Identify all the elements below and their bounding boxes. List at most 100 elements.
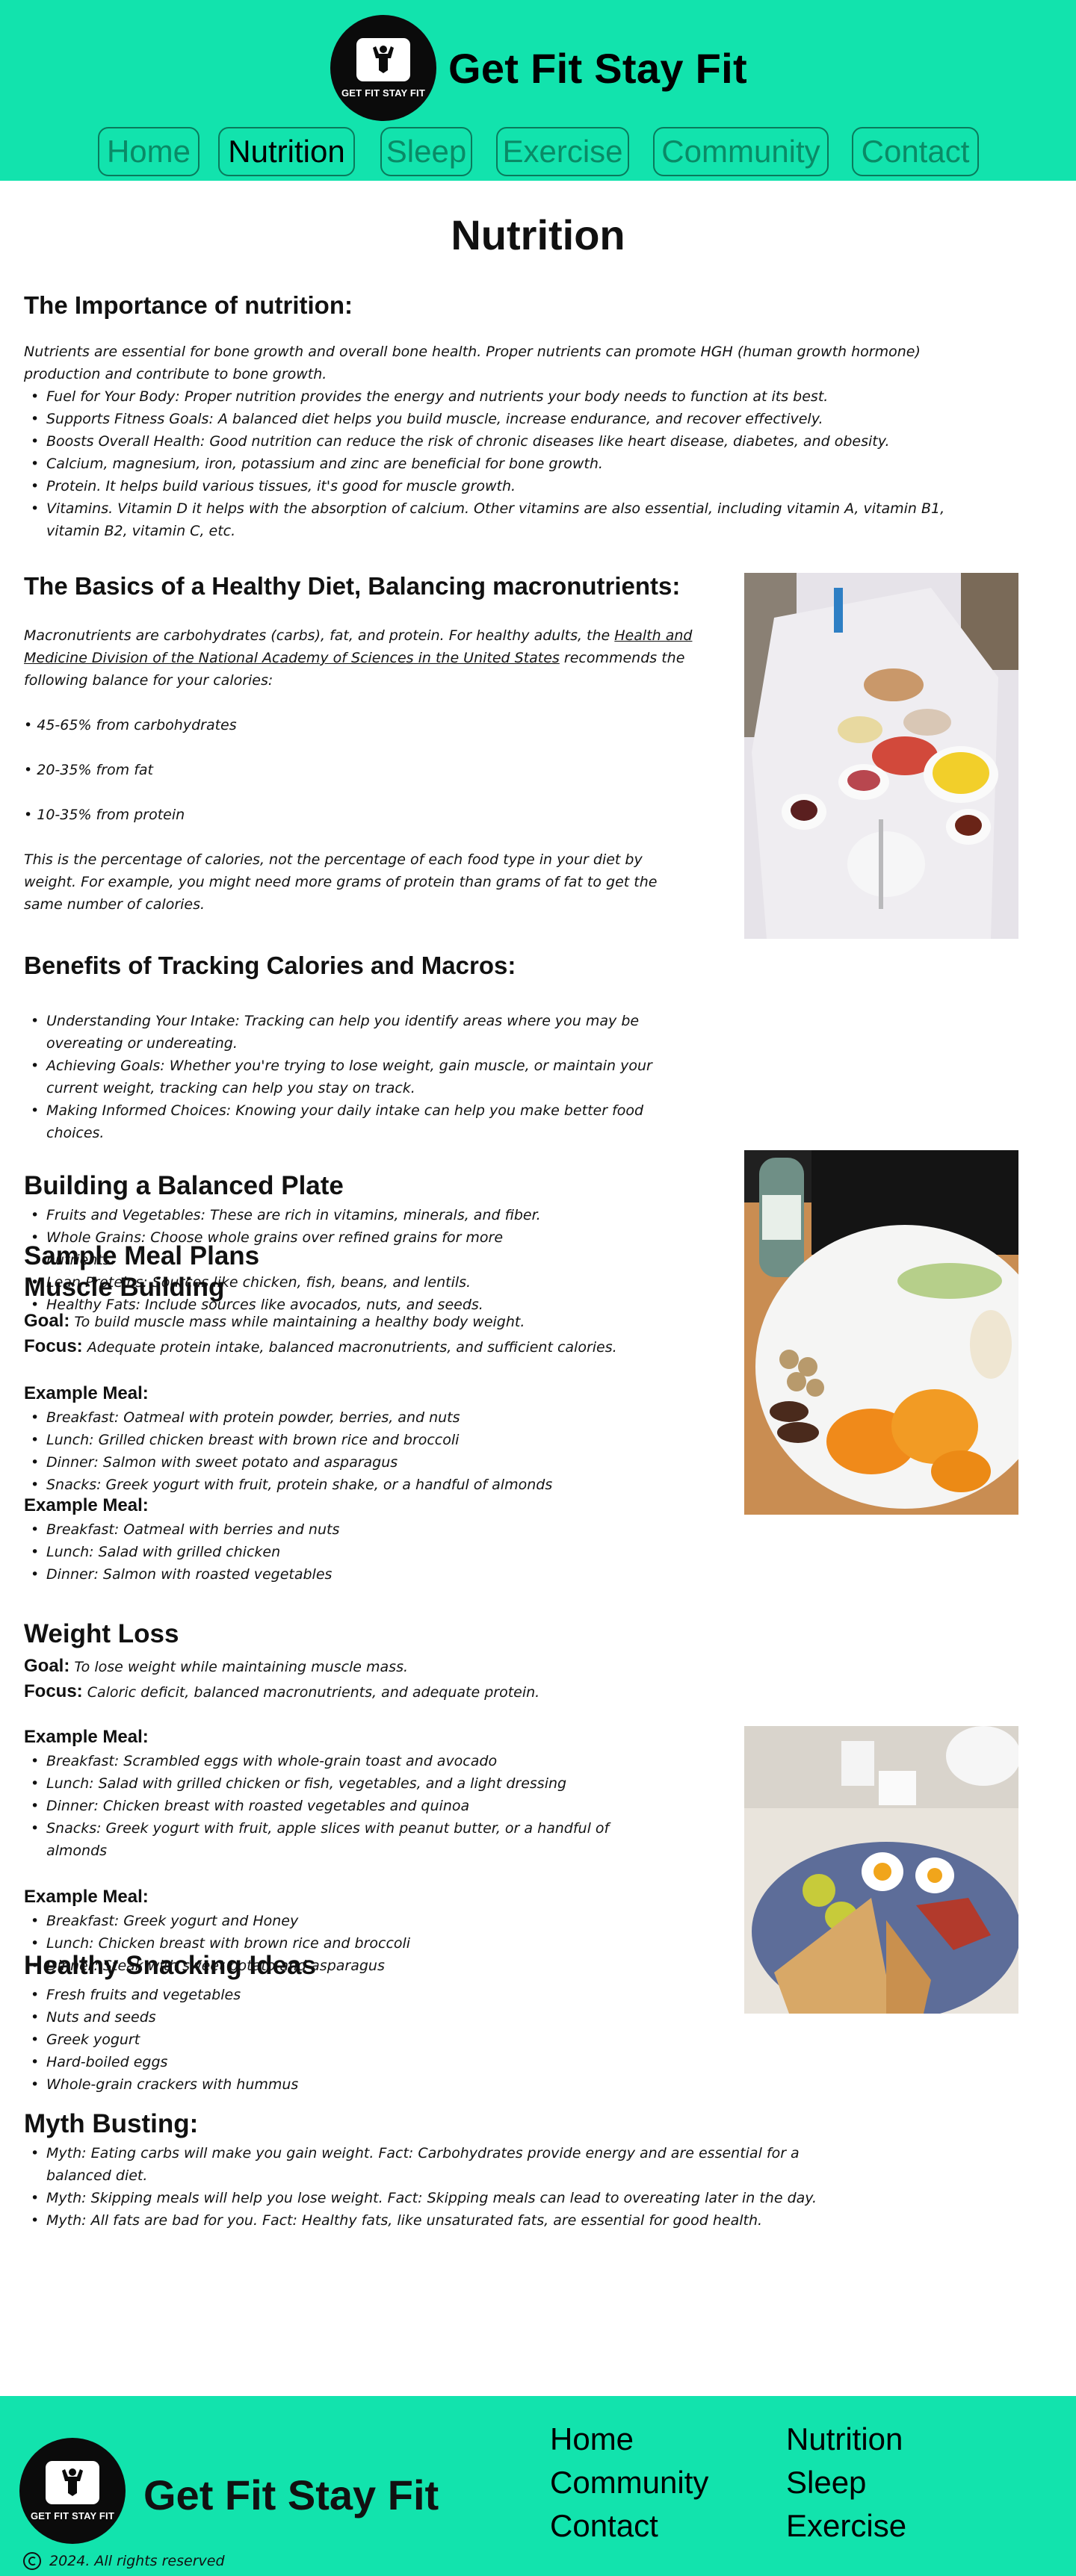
brand-logo[interactable]: GET FIT STAY FIT	[330, 15, 436, 121]
weight-loss-focus: Focus: Caloric deficit, balanced macronu…	[24, 1680, 539, 1704]
list-item: Hard-boiled eggs	[24, 2051, 696, 2073]
muscle-example2-list: Breakfast: Oatmeal with berries and nuts…	[24, 1518, 696, 1586]
list-item: Lunch: Salad with grilled chicken or fis…	[24, 1772, 637, 1795]
flexing-athlete-icon	[46, 2460, 99, 2504]
site-footer: GET FIT STAY FIT Get Fit Stay Fit Home N…	[0, 2396, 1076, 2576]
nav-community[interactable]: Community	[653, 127, 829, 176]
nav-nutrition[interactable]: Nutrition	[218, 127, 355, 176]
list-item: Breakfast: Scrambled eggs with whole-gra…	[24, 1750, 637, 1772]
footer-logo[interactable]: GET FIT STAY FIT	[19, 2438, 126, 2544]
basics-heading: The Basics of a Healthy Diet, Balancing …	[24, 572, 681, 600]
nav-contact[interactable]: Contact	[852, 127, 979, 176]
benefits-list: Understanding Your Intake: Tracking can …	[24, 1010, 667, 1144]
meal-plans-heading: Sample Meal Plans	[24, 1241, 260, 1270]
logo-text: GET FIT STAY FIT	[30, 2510, 115, 2521]
footer-title: Get Fit Stay Fit	[143, 2471, 439, 2518]
fruit-plate-photo	[744, 1150, 1018, 1515]
importance-intro: Nutrients are essential for bone growth …	[24, 344, 921, 382]
carbs-range: • 45-65% from carbohydrates	[24, 717, 237, 733]
site-header: GET FIT STAY FIT Get Fit Stay Fit Home N…	[0, 0, 1076, 181]
list-item: Breakfast: Oatmeal with berries and nuts	[24, 1518, 696, 1541]
copyright: 2024. All rights reserved	[22, 2551, 225, 2571]
snacking-list: Fresh fruits and vegetables Nuts and see…	[24, 1984, 696, 2096]
list-item: Fuel for Your Body: Proper nutrition pro…	[24, 385, 950, 408]
nav-home[interactable]: Home	[98, 127, 200, 176]
list-item: Boosts Overall Health: Good nutrition ca…	[24, 430, 950, 453]
list-item: Protein. It helps build various tissues,…	[24, 475, 950, 497]
basics-intro: Macronutrients are carbohydrates (carbs)…	[24, 624, 696, 692]
muscle-example-list: Breakfast: Oatmeal with protein powder, …	[24, 1406, 696, 1496]
list-item: Understanding Your Intake: Tracking can …	[24, 1010, 667, 1055]
weight-loss-example-label: Example Meal:	[24, 1727, 149, 1747]
myth-list: Myth: Eating carbs will make you gain we…	[24, 2142, 831, 2232]
logo-text: GET FIT STAY FIT	[341, 87, 426, 99]
protein-range: • 10-35% from protein	[24, 807, 185, 823]
footer-link-contact[interactable]: Contact	[550, 2508, 658, 2544]
nav-exercise[interactable]: Exercise	[496, 127, 629, 176]
benefits-heading: Benefits of Tracking Calories and Macros…	[24, 952, 516, 979]
list-item: Breakfast: Greek yogurt and Honey	[24, 1910, 696, 1932]
list-item: Breakfast: Oatmeal with protein powder, …	[24, 1406, 696, 1429]
list-item: Dinner: Salmon with sweet potato and asp…	[24, 1451, 696, 1474]
importance-heading: The Importance of nutrition:	[24, 291, 353, 319]
brand[interactable]: GET FIT STAY FIT Get Fit Stay Fit	[330, 15, 747, 121]
list-item: Calcium, magnesium, iron, potassium and …	[24, 453, 950, 475]
footer-link-home[interactable]: Home	[550, 2421, 634, 2457]
basics-note: This is the percentage of calories, not …	[24, 851, 658, 913]
weight-loss-example-list: Breakfast: Scrambled eggs with whole-gra…	[24, 1750, 637, 1862]
footer-link-nutrition[interactable]: Nutrition	[786, 2421, 903, 2457]
muscle-example2-label: Example Meal:	[24, 1495, 149, 1515]
goal-label: Goal:	[24, 1656, 70, 1676]
list-item: Dinner: Chicken breast with roasted vege…	[24, 1795, 637, 1817]
footer-link-sleep[interactable]: Sleep	[786, 2465, 866, 2501]
myth-busting-heading: Myth Busting:	[24, 2109, 199, 2138]
plate-heading: Building a Balanced Plate	[24, 1171, 344, 1200]
goal-text: To lose weight while maintaining muscle …	[74, 1659, 409, 1675]
weight-loss-goal: Goal: To lose weight while maintaining m…	[24, 1655, 408, 1678]
list-item: Myth: Skipping meals will help you lose …	[24, 2187, 831, 2209]
list-item: Myth: Eating carbs will make you gain we…	[24, 2142, 831, 2187]
list-item: Whole-grain crackers with hummus	[24, 2073, 696, 2096]
muscle-example-label: Example Meal:	[24, 1383, 149, 1403]
focus-label: Focus:	[24, 1681, 83, 1701]
list-item: Snacks: Greek yogurt with fruit, protein…	[24, 1474, 696, 1496]
list-item: Lunch: Grilled chicken breast with brown…	[24, 1429, 696, 1451]
eggs-toast-photo	[744, 1726, 1018, 2014]
list-item: Fresh fruits and vegetables	[24, 1984, 696, 2006]
basics-intro-start: Macronutrients are carbohydrates (carbs)…	[24, 627, 615, 644]
copyright-text: 2024. All rights reserved	[49, 2553, 225, 2569]
focus-label: Focus:	[24, 1336, 83, 1356]
breakfast-table-photo	[744, 573, 1018, 939]
nav-sleep[interactable]: Sleep	[380, 127, 472, 176]
list-item: Nuts and seeds	[24, 2006, 696, 2029]
muscle-building-heading: Muscle Building	[24, 1273, 225, 1302]
list-item: Achieving Goals: Whether you're trying t…	[24, 1055, 667, 1099]
fat-range: • 20-35% from fat	[24, 762, 154, 778]
importance-list: Fuel for Your Body: Proper nutrition pro…	[24, 385, 950, 542]
muscle-focus: Focus: Adequate protein intake, balanced…	[24, 1335, 617, 1359]
list-item: Lunch: Salad with grilled chicken	[24, 1541, 696, 1563]
footer-link-exercise[interactable]: Exercise	[786, 2508, 906, 2544]
list-item: Myth: All fats are bad for you. Fact: He…	[24, 2209, 831, 2232]
goal-label: Goal:	[24, 1311, 70, 1331]
list-item: Greek yogurt	[24, 2029, 696, 2051]
weight-loss-example2-label: Example Meal:	[24, 1887, 149, 1907]
snacking-heading: Healthy Snacking Ideas	[24, 1951, 316, 1980]
list-item: Supports Fitness Goals: A balanced diet …	[24, 408, 950, 430]
list-item: Making Informed Choices: Knowing your da…	[24, 1099, 667, 1144]
copyright-icon	[23, 2552, 41, 2570]
list-item: Vitamins. Vitamin D it helps with the ab…	[24, 497, 950, 542]
page-title: Nutrition	[451, 211, 625, 258]
list-item: Fruits and Vegetables: These are rich in…	[24, 1204, 547, 1226]
focus-text: Caloric deficit, balanced macronutrients…	[87, 1684, 540, 1701]
list-item: Snacks: Greek yogurt with fruit, apple s…	[24, 1817, 637, 1862]
flexing-athlete-icon	[356, 37, 410, 81]
muscle-goal: Goal: To build muscle mass while maintai…	[24, 1310, 525, 1333]
goal-text: To build muscle mass while maintaining a…	[74, 1314, 525, 1330]
main-content: Nutrition The Importance of nutrition: N…	[0, 181, 1076, 2396]
footer-link-community[interactable]: Community	[550, 2465, 708, 2501]
focus-text: Adequate protein intake, balanced macron…	[87, 1339, 617, 1356]
weight-loss-heading: Weight Loss	[24, 1619, 179, 1648]
brand-title[interactable]: Get Fit Stay Fit	[448, 44, 747, 93]
list-item: Dinner: Salmon with roasted vegetables	[24, 1563, 696, 1586]
